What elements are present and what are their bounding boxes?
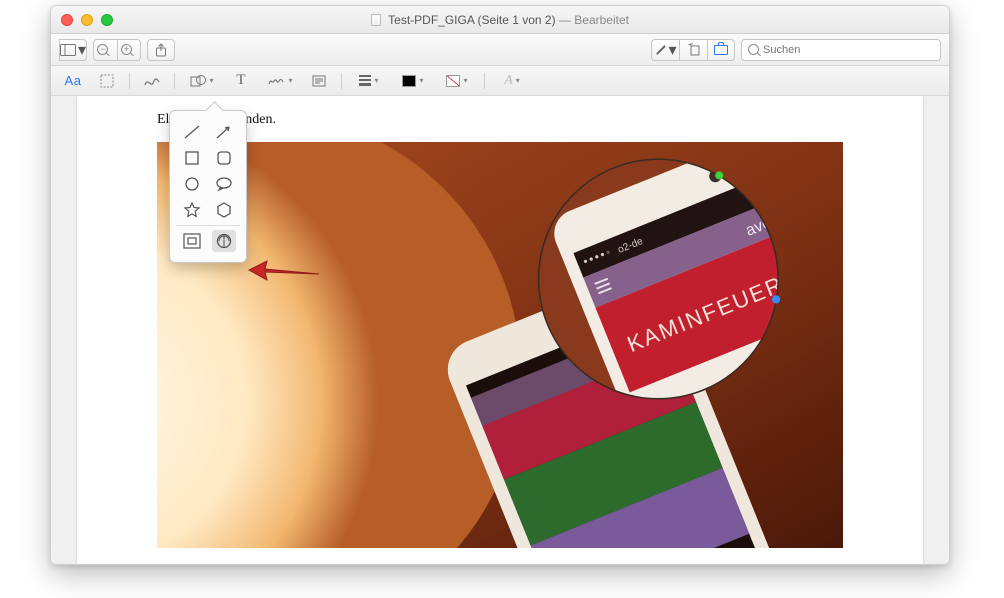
preview-window: Test-PDF_GIGA (Seite 1 von 2) — Bearbeit… bbox=[50, 5, 950, 565]
shape-loupe[interactable] bbox=[212, 230, 236, 252]
view-group: ▾ bbox=[59, 39, 87, 61]
shape-hexagon[interactable] bbox=[212, 199, 236, 221]
title-filename: Test-PDF_GIGA bbox=[388, 13, 474, 27]
shapes-popover bbox=[169, 110, 247, 263]
minimize-button[interactable] bbox=[81, 14, 93, 26]
close-button[interactable] bbox=[61, 14, 73, 26]
markup-toolbar-button[interactable] bbox=[707, 39, 735, 61]
text-tool[interactable]: T bbox=[229, 71, 253, 91]
shape-mask[interactable] bbox=[180, 230, 204, 252]
search-field[interactable] bbox=[741, 39, 941, 61]
rotate-button[interactable] bbox=[679, 39, 707, 61]
text-style-button[interactable]: Aa bbox=[61, 71, 85, 91]
title-pageinfo: (Seite 1 von 2) bbox=[478, 13, 556, 27]
sidebar-view-button[interactable]: ▾ bbox=[59, 39, 87, 61]
loupe-handle-side[interactable] bbox=[772, 295, 780, 303]
traffic-lights bbox=[61, 14, 113, 26]
search-icon bbox=[748, 44, 759, 55]
sign-button[interactable]: ▾ bbox=[263, 71, 297, 91]
zoom-group: − + bbox=[93, 39, 141, 61]
stroke-color-button[interactable]: ▾ bbox=[396, 71, 430, 91]
zoom-out-button[interactable]: − bbox=[93, 39, 117, 61]
shape-rounded-square[interactable] bbox=[212, 147, 236, 169]
shape-circle[interactable] bbox=[180, 173, 204, 195]
sketch-tool[interactable] bbox=[140, 71, 164, 91]
line-style-button[interactable]: ▾ bbox=[352, 71, 386, 91]
shape-arrow[interactable] bbox=[212, 121, 236, 143]
shape-star[interactable] bbox=[180, 199, 204, 221]
pointer-arrow-icon bbox=[247, 256, 321, 282]
markup-group: ▾ bbox=[651, 39, 735, 61]
fill-color-button[interactable]: ▾ bbox=[440, 71, 474, 91]
shape-speech[interactable] bbox=[212, 173, 236, 195]
window-title: Test-PDF_GIGA (Seite 1 von 2) — Bearbeit… bbox=[51, 13, 949, 27]
shape-square[interactable] bbox=[180, 147, 204, 169]
share-button[interactable] bbox=[147, 39, 175, 61]
shapes-button[interactable]: ▾ bbox=[185, 71, 219, 91]
note-tool[interactable] bbox=[307, 71, 331, 91]
text-color-button[interactable]: A▾ bbox=[495, 71, 529, 91]
title-status: Bearbeitet bbox=[574, 13, 629, 27]
search-input[interactable] bbox=[763, 44, 934, 56]
titlebar: Test-PDF_GIGA (Seite 1 von 2) — Bearbeit… bbox=[51, 6, 949, 34]
shape-line[interactable] bbox=[180, 121, 204, 143]
highlight-button[interactable]: ▾ bbox=[651, 39, 679, 61]
loupe-handle-top[interactable] bbox=[715, 171, 723, 179]
main-toolbar: ▾ − + ▾ bbox=[51, 34, 949, 66]
document-icon bbox=[371, 14, 381, 26]
selection-tool[interactable] bbox=[95, 71, 119, 91]
zoom-in-button[interactable]: + bbox=[117, 39, 141, 61]
document-image: o2-de 22:49 avea KAMINFEUER bbox=[157, 142, 843, 548]
markup-toolbar: Aa ▾ T ▾ ▾ ▾ ▾ A▾ bbox=[51, 66, 949, 96]
zoom-button[interactable] bbox=[101, 14, 113, 26]
